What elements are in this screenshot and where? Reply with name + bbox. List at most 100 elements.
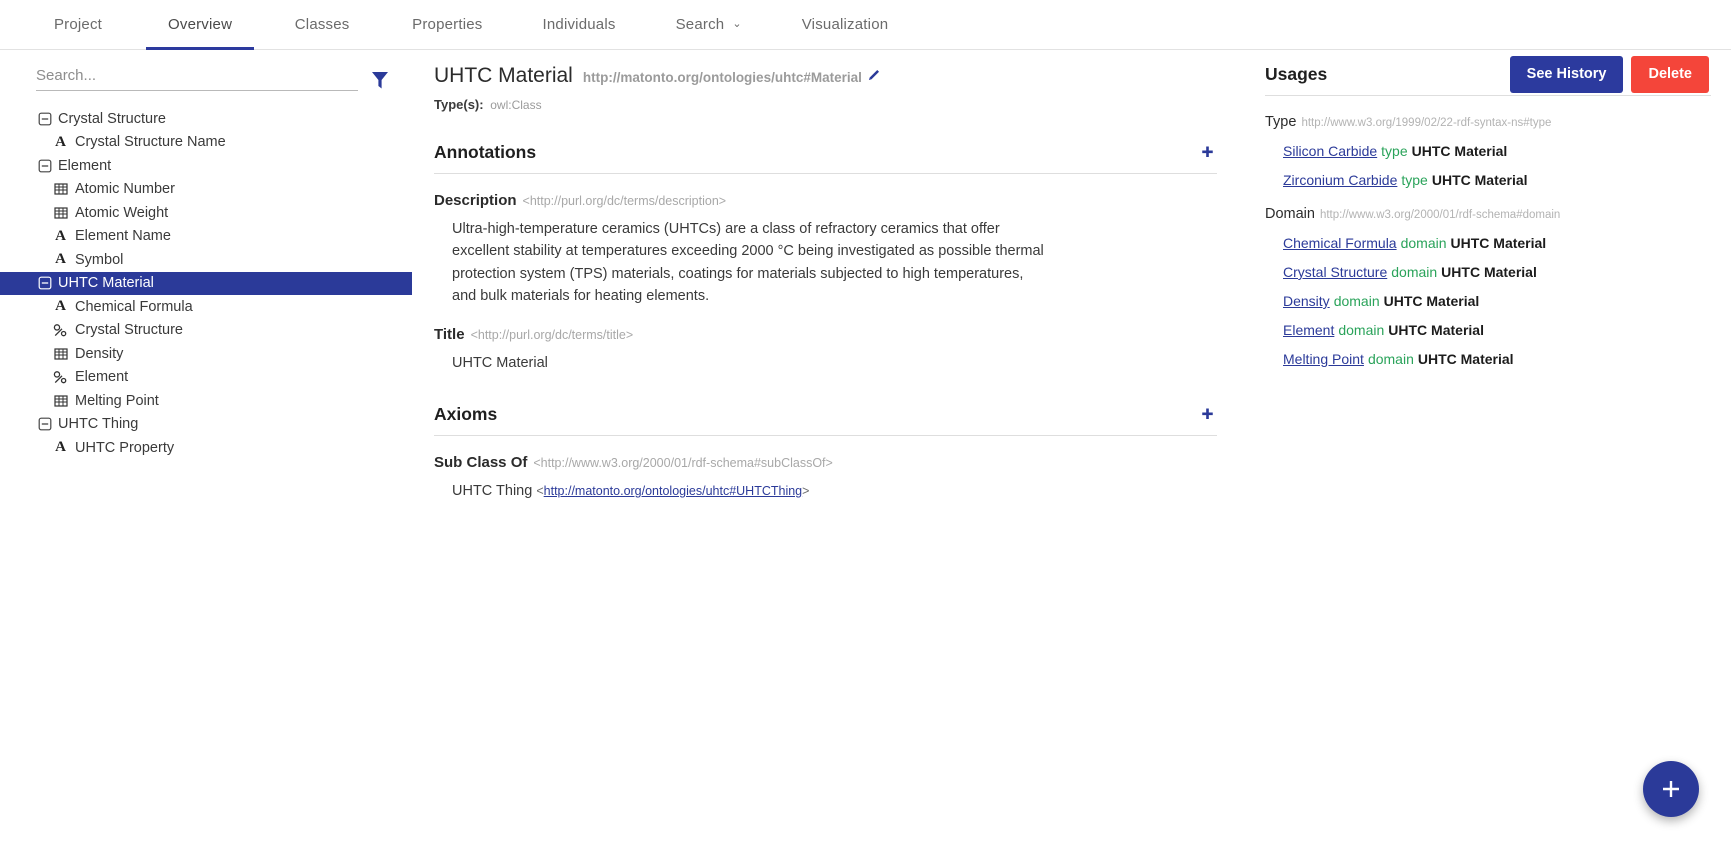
filter-funnel-icon[interactable] [370,69,390,91]
usages-list: Type http://www.w3.org/1999/02/22-rdf-syn… [1265,114,1711,367]
axioms-section-header: Axioms [434,404,1217,437]
tree-item-label: Atomic Weight [75,204,169,221]
tab-label: Overview [168,16,233,33]
add-axiom-plus-icon[interactable] [1198,407,1217,422]
usage-object: UHTC Material [1383,293,1480,309]
tab-visualization[interactable]: Visualization [772,0,919,49]
tree-item-label: UHTC Property [75,439,175,456]
axiom-value: UHTC Thing <http://matonto.org/ontologie… [452,480,1047,502]
object-property-icon [52,322,69,339]
tree-item-element-name[interactable]: A Element Name [0,225,412,249]
search-input-wrapper [36,64,358,91]
tree-item-density[interactable]: Density [0,342,412,366]
usage-group: Domain http://www.w3.org/2000/01/rdf-sche… [1265,206,1711,367]
entity-title-row: UHTC Material http://matonto.org/ontolog… [434,64,1217,88]
usage-row: Chemical Formula domain UHTC Material [1283,235,1711,251]
ontology-tree: Crystal Structure A Crystal Structure Name… [0,107,412,460]
tab-label: Individuals [542,16,616,33]
collapse-toggle-icon[interactable] [36,110,53,127]
tree-item-chemical-formula[interactable]: A Chemical Formula [0,295,412,319]
usage-predicate-header: Type http://www.w3.org/1999/02/22-rdf-syn… [1265,114,1711,130]
annotations-heading: Annotations [434,142,537,162]
annotation-item: Description <http://purl.org/dc/terms/des… [434,192,1217,308]
axiom-name: Sub Class Of [434,454,528,472]
tab-individuals[interactable]: Individuals [513,0,646,49]
collapse-toggle-icon[interactable] [36,275,53,292]
pencil-edit-icon[interactable] [867,69,880,87]
tree-item-label: Chemical Formula [75,298,193,315]
tree-item-element[interactable]: Element [0,154,412,178]
tree-item-atomic-number[interactable]: Atomic Number [0,178,412,202]
object-property-icon [52,369,69,386]
main-layout: Crystal Structure A Crystal Structure Name… [0,50,1731,847]
tab-overview[interactable]: Overview [138,0,262,50]
axiom-header: Sub Class Of <http://www.w3.org/2000/01/r… [434,454,1217,472]
axiom-iri: <http://www.w3.org/2000/01/rdf-schema#su… [533,456,833,471]
tab-label: Visualization [801,16,889,33]
see-history-button[interactable]: See History [1509,56,1624,93]
tree-item-label: Atomic Number [75,181,175,198]
types-value: owl:Class [490,98,542,112]
numeric-property-icon [52,204,69,221]
tree-item-crystal-structure[interactable]: Crystal Structure [0,107,412,131]
usage-subject-link[interactable]: Silicon Carbide [1283,143,1377,159]
tree-item-uhtc-thing[interactable]: UHTC Thing [0,413,412,437]
tab-classes[interactable]: Classes [262,0,382,49]
annotation-value[interactable]: UHTC Material [452,352,1047,374]
annotation-iri: <http://purl.org/dc/terms/title> [470,327,634,342]
entity-header-text: UHTC Material http://matonto.org/ontolog… [434,64,1217,112]
tree-item-melting-point[interactable]: Melting Point [0,389,412,413]
datatype-property-icon: A [55,133,66,150]
add-annotation-plus-icon[interactable] [1198,145,1217,160]
tree-item-uhtc-property[interactable]: A UHTC Property [0,436,412,460]
annotation-value[interactable]: Ultra-high-temperature ceramics (UHTCs) … [452,218,1047,308]
datatype-property-icon: A [55,439,66,456]
usage-row: Melting Point domain UHTC Material [1283,351,1711,367]
page-title: UHTC Material [434,64,573,87]
usage-predicate: domain [1338,322,1385,338]
usage-predicate-header: Domain http://www.w3.org/2000/01/rdf-sche… [1265,206,1711,222]
entity-header: UHTC Material http://matonto.org/ontolog… [434,64,1217,112]
tree-item-label: Density [75,345,124,362]
usage-predicate-iri: http://www.w3.org/2000/01/rdf-schema#dom… [1319,209,1561,221]
usage-predicate: domain [1391,264,1438,280]
usage-row: Element domain UHTC Material [1283,322,1711,338]
usage-subject-link[interactable]: Crystal Structure [1283,264,1387,280]
chevron-down-icon: ⌄ [732,18,742,30]
tree-item-symbol[interactable]: A Symbol [0,248,412,272]
tab-properties[interactable]: Properties [382,0,512,49]
usage-row: Crystal Structure domain UHTC Material [1283,264,1711,280]
tab-label: Project [53,16,103,33]
usage-object: UHTC Material [1417,351,1514,367]
tree-item-atomic-weight[interactable]: Atomic Weight [0,201,412,225]
usage-row: Density domain UHTC Material [1283,293,1711,309]
datatype-property-icon: A [55,251,66,268]
add-plus-fab[interactable] [1643,761,1699,817]
app-root: Project Overview Classes Properties Individu… [0,0,1731,847]
collapse-toggle-icon[interactable] [36,157,53,174]
usage-subject-link[interactable]: Chemical Formula [1283,235,1397,251]
usage-subject-link[interactable]: Density [1283,293,1330,309]
axioms-list: Sub Class Of <http://www.w3.org/2000/01/r… [434,454,1217,502]
usage-predicate: type [1381,143,1408,159]
tab-project[interactable]: Project [18,0,138,49]
annotations-list: Description <http://purl.org/dc/terms/des… [434,192,1217,374]
search-input[interactable] [36,64,358,90]
tree-item-crystal-structure-name[interactable]: A Crystal Structure Name [0,131,412,155]
tab-search[interactable]: Search ⌄ [646,0,772,49]
tree-item-uhtc-material[interactable]: UHTC Material [0,271,412,295]
usage-subject-link[interactable]: Melting Point [1283,351,1364,367]
tree-item-element[interactable]: Element [0,366,412,390]
usage-subject-link[interactable]: Zirconium Carbide [1283,172,1397,188]
entity-iri: http://matonto.org/ontologies/uhtc#Mater… [582,70,862,85]
collapse-toggle-icon[interactable] [36,416,53,433]
delete-button[interactable]: Delete [1631,56,1709,93]
usage-object: UHTC Material [1388,322,1484,338]
usage-group: Type http://www.w3.org/1999/02/22-rdf-syn… [1265,114,1711,188]
annotation-item: Title <http://purl.org/dc/terms/title> UHT… [434,326,1217,374]
usage-subject-link[interactable]: Element [1283,322,1334,338]
tree-item-label: Crystal Structure [75,322,183,339]
axiom-value-link[interactable]: http://matonto.org/ontologies/uhtc#UHTCT… [544,484,802,498]
tree-item-crystal-structure[interactable]: Crystal Structure [0,319,412,343]
usage-predicate: domain [1367,351,1414,367]
